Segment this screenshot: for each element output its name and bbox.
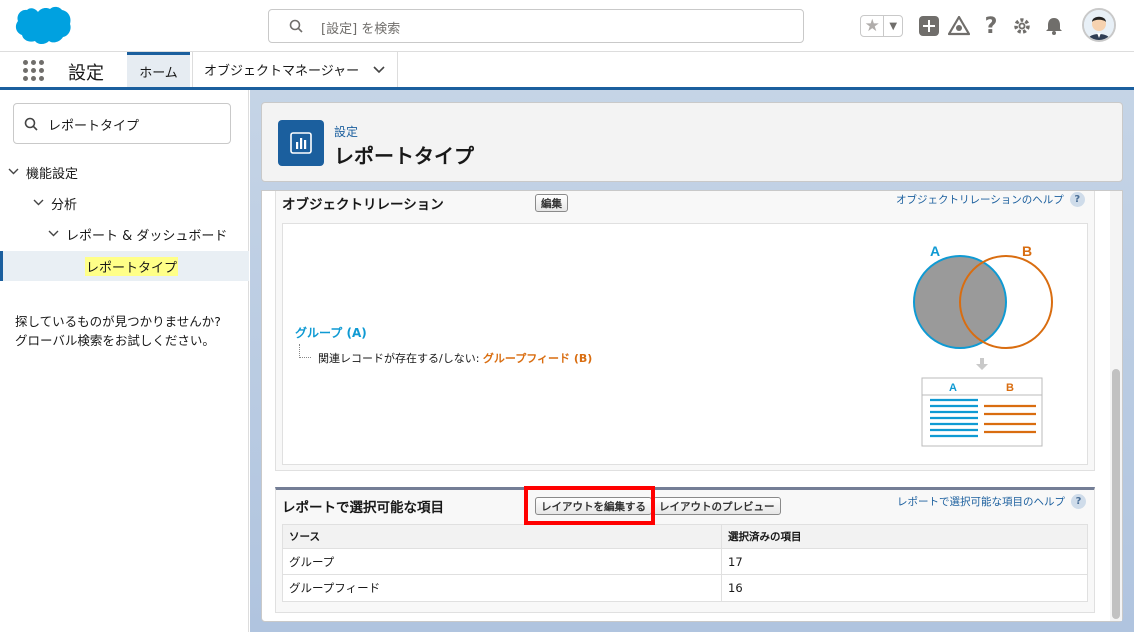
search-icon [24,117,38,131]
result-label-a: A [949,382,957,394]
no-match-line: グローバル検索をお試しください。 [15,333,215,348]
quick-find-input[interactable]: レポートタイプ [13,103,231,144]
help-link-object-relation[interactable]: オブジェクトリレーションのヘルプ ? [896,192,1085,207]
cell-source: グループ [283,549,722,574]
column-header-source: ソース [283,525,722,548]
result-column-a-lines [930,398,978,438]
avatar[interactable] [1082,8,1116,42]
help-icon[interactable]: ? [1069,192,1085,207]
help-link-label: オブジェクトリレーションのヘルプ [896,194,1064,206]
cell-source: グループフィード [283,575,722,601]
tree-item-label: 分析 [51,197,78,213]
venn-diagram: A B A B [913,243,1053,447]
global-search-input[interactable]: [設定] を検索 [268,9,804,43]
tree-item-feature-settings[interactable]: 機能設定 [0,157,249,187]
search-placeholder: [設定] を検索 [321,22,401,37]
venn-label-b: B [1022,243,1032,259]
tree-item-reports-dashboards[interactable]: レポート & ダッシュボード [0,219,249,249]
report-fields-section: レポートで選択可能な項目 レイアウトを編集する レイアウトのプレビュー レポート… [275,487,1095,613]
help-link-report-fields[interactable]: レポートで選択可能な項目のヘルプ ? [897,494,1086,509]
tab-home-label: ホーム [139,65,178,81]
main-content: 設定 レポートタイプ オブジェクトリレーション 編集 オブジェクトリレーションの… [250,90,1134,632]
page-title: レポートタイプ [334,144,474,168]
help-icon[interactable]: ? [1071,494,1086,509]
no-match-line: 探しているものが見つかりませんか? [15,314,221,329]
tab-home[interactable]: ホーム [127,52,190,87]
tree-item-label: 機能設定 [26,166,79,182]
no-match-message: 探しているものが見つかりませんか? グローバル検索をお試しください。 [15,312,221,350]
table-row: グループ 17 [283,549,1087,575]
group-a-label: グループ (A) [295,326,367,340]
gear-icon[interactable] [1008,12,1036,40]
help-link-label: レポートで選択可能な項目のヘルプ [897,496,1065,508]
favorites-dropdown-icon[interactable]: ▼ [884,16,902,36]
salesforce-logo[interactable] [14,6,72,46]
scrollbar-thumb[interactable] [1112,369,1120,619]
preview-layout-button[interactable]: レイアウトのプレビュー [653,497,781,515]
cell-count: 17 [728,554,743,569]
favorites-star-icon[interactable]: ★ [861,16,885,36]
tab-object-manager-label: オブジェクトマネージャー [204,64,360,79]
help-icon[interactable]: ? [977,12,1005,40]
report-type-detail: オブジェクトリレーション 編集 オブジェクトリレーションのヘルプ ? グループ … [261,190,1123,622]
global-header: [設定] を検索 ★ ▼ ? [0,0,1134,52]
relation-diagram-panel: グループ (A) 関連レコードが存在する/しない: グループフィード (B) A… [282,223,1088,465]
page-header: 設定 レポートタイプ [261,102,1123,182]
tree-item-analytics[interactable]: 分析 [0,188,249,218]
group-b-label: グループフィード (B) [482,352,593,365]
tree-connector [299,344,311,358]
page-subtitle: 設定 [334,125,359,139]
edit-button[interactable]: 編集 [535,194,568,212]
result-label-b: B [1006,382,1014,394]
section-title: レポートで選択可能な項目 [282,500,444,516]
object-relation-section: オブジェクトリレーション 編集 オブジェクトリレーションのヘルプ ? グループ … [275,191,1095,471]
venn-label-a: A [930,243,940,259]
relation-text: 関連レコードが存在する/しない: [318,352,480,365]
down-arrow-icon [976,358,988,370]
add-icon[interactable] [915,12,943,40]
quick-find-value: レポートタイプ [48,119,140,134]
chevron-down-icon[interactable] [33,198,45,209]
table-row: グループフィード 16 [283,575,1087,601]
trailhead-icon[interactable] [945,12,973,40]
tree-item-report-types[interactable]: レポートタイプ [0,251,249,281]
section-title: オブジェクトリレーション [282,197,444,213]
notification-bell-icon[interactable] [1040,12,1068,40]
app-launcher-icon[interactable] [22,59,46,83]
fields-table: ソース 選択済みの項目 グループ 17 グループフィード 16 [282,524,1088,602]
search-icon [289,19,303,33]
report-icon [278,120,324,166]
column-header-selected-fields: 選択済みの項目 [728,531,802,543]
chevron-down-icon[interactable] [8,167,20,178]
relation-description: 関連レコードが存在する/しない: グループフィード (B) [318,350,592,366]
highlight-box [524,486,655,525]
table-header-row: ソース 選択済みの項目 [283,525,1087,549]
app-navigation: 設定 ホーム オブジェクトマネージャー [0,52,1134,90]
tree-item-label: レポート & ダッシュボード [66,228,228,244]
chevron-down-icon[interactable] [373,63,385,77]
setup-sidebar: レポートタイプ 機能設定 分析 レポート & ダッシュボード レポートタイプ 探… [0,90,249,632]
favorites-button[interactable]: ★ ▼ [860,15,903,37]
tab-object-manager[interactable]: オブジェクトマネージャー [192,52,398,87]
tree-item-label: レポートタイプ [85,256,179,276]
chevron-down-icon[interactable] [48,229,60,240]
app-name: 設定 [68,63,104,84]
cell-count: 16 [728,581,743,595]
